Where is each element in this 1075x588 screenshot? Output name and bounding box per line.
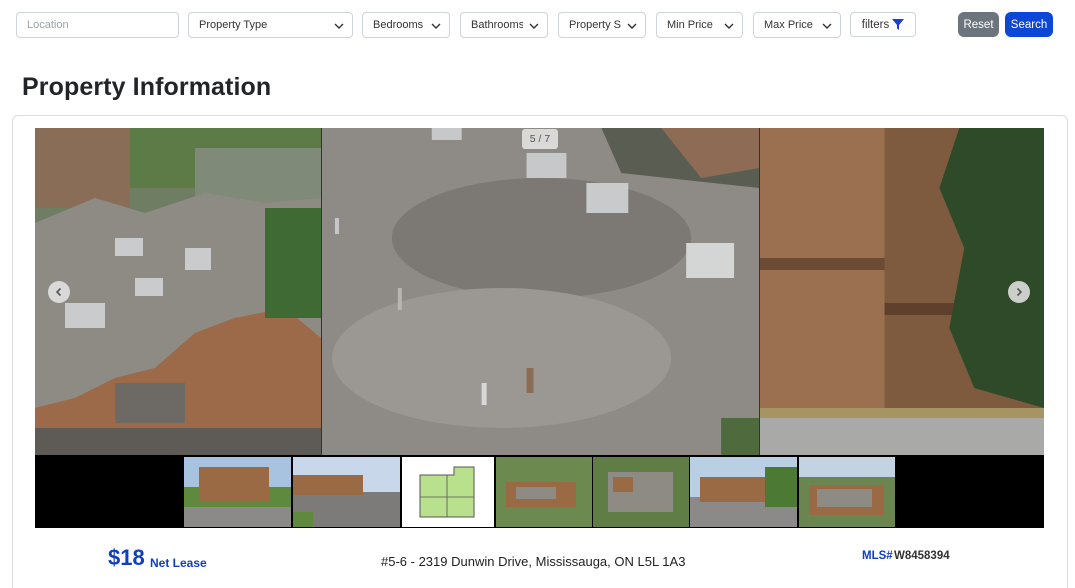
gallery-slide-next[interactable] [759,128,1044,455]
rooftop-image [322,128,759,455]
image-gallery [35,128,1044,455]
search-button[interactable]: Search [1005,12,1053,37]
previous-image-button[interactable] [48,281,70,303]
filters-label: filters [861,18,890,31]
max-price-label: Max Price [764,19,813,31]
funnel-icon [892,19,905,30]
thumbnail-1[interactable] [184,457,291,527]
bathrooms-select[interactable]: Bathrooms [460,12,548,38]
chevron-right-icon [1016,287,1023,297]
building-aerial-image [35,128,321,455]
thumbnail-6[interactable] [690,457,797,527]
mls-label: MLS# [862,550,893,562]
location-placeholder: Location [27,19,69,31]
listing-price: $18 [108,545,145,570]
chevron-down-icon [529,23,539,29]
image-counter: 5 / 7 [522,129,558,149]
filter-bar: Location Property Type Bedrooms Bathroom… [0,12,1075,40]
min-price-label: Min Price [667,19,713,31]
property-status-label: Property S [569,19,621,31]
thumbnail-strip [35,455,1044,528]
price-type: Net Lease [150,556,207,570]
gallery-slide-previous[interactable] [35,128,321,455]
building-exterior-thumbnail [184,457,291,527]
thumbnail-7[interactable] [799,457,895,527]
building-side-thumbnail [690,457,797,527]
thumbnail-2[interactable] [293,457,400,527]
property-type-label: Property Type [199,19,268,31]
aerial-view-thumbnail [593,457,689,527]
chevron-down-icon [627,23,637,29]
floor-plan-thumbnail [402,457,494,527]
filters-button[interactable]: filters [850,12,916,37]
chevron-down-icon [724,23,734,29]
listing-address: #5-6 - 2319 Dunwin Drive, Mississauga, O… [381,554,686,569]
aerial-view-thumbnail [496,457,592,527]
thumbnail-3[interactable] [402,457,494,527]
parking-lot-thumbnail [293,457,400,527]
max-price-select[interactable]: Max Price [753,12,841,38]
thumbnail-4[interactable] [496,457,592,527]
page-title: Property Information [22,73,272,101]
chevron-down-icon [334,23,344,29]
chevron-left-icon [55,287,62,297]
location-input[interactable]: Location [16,12,179,38]
mls-number: W8458394 [894,550,950,562]
property-type-select[interactable]: Property Type [188,12,353,38]
aerial-view-thumbnail [799,457,895,527]
chevron-down-icon [822,23,832,29]
property-status-select[interactable]: Property S [558,12,646,38]
min-price-select[interactable]: Min Price [656,12,743,38]
gallery-slide-current[interactable] [321,128,759,455]
bedrooms-label: Bedrooms [373,19,424,31]
reset-button[interactable]: Reset [958,12,999,37]
bathrooms-label: Bathrooms [471,19,523,31]
bedrooms-select[interactable]: Bedrooms [362,12,450,38]
chevron-down-icon [431,23,441,29]
thumbnail-5[interactable] [593,457,689,527]
next-image-button[interactable] [1008,281,1030,303]
brick-wall-image [760,128,1044,455]
